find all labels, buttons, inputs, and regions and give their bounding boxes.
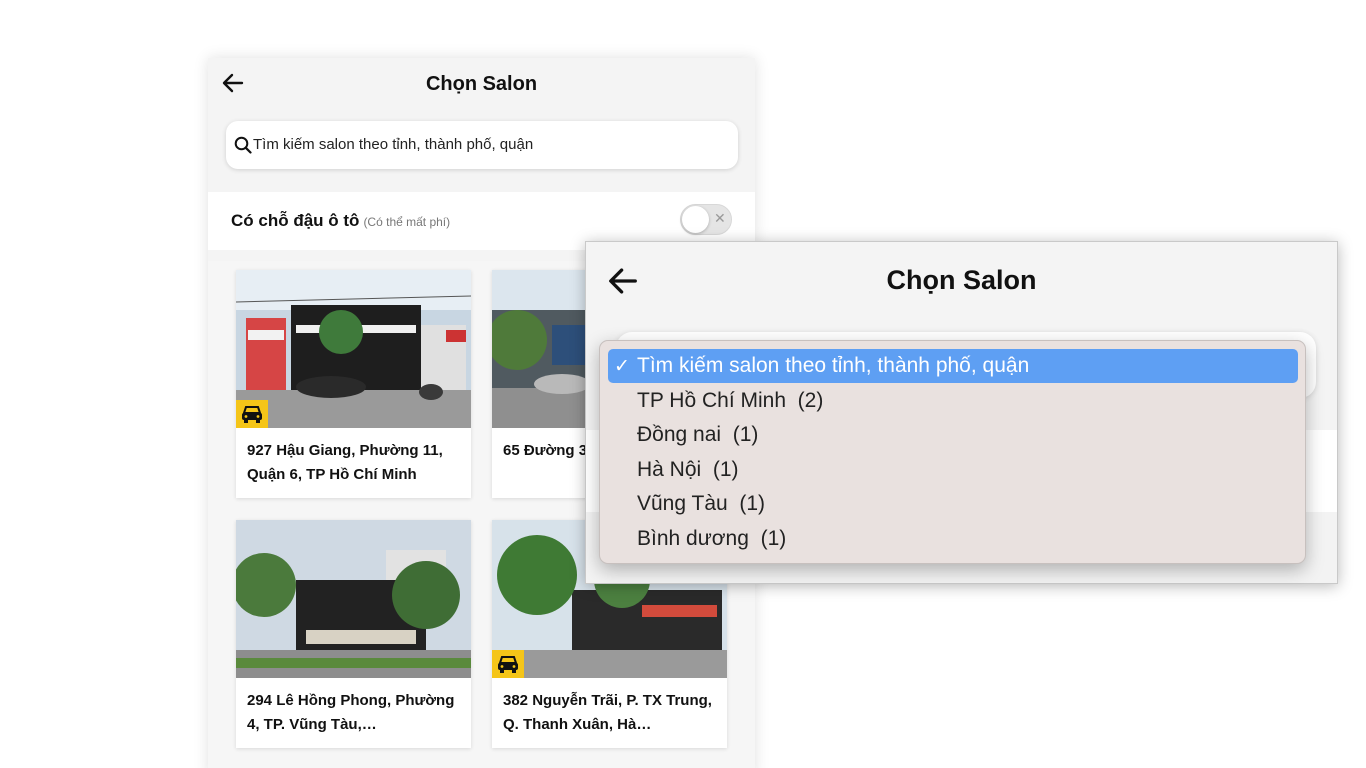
car-icon (242, 406, 262, 423)
salon-address: 294 Lê Hồng Phong, Phường 4, TP. Vũng Tà… (247, 692, 455, 733)
parking-label-text: Có chỗ đậu ô tô (231, 211, 360, 230)
salon-address: 927 Hậu Giang, Phường 11, Quận 6, TP Hồ … (247, 442, 443, 483)
salon-photo (236, 520, 471, 678)
parking-badge (236, 400, 268, 428)
salon-card[interactable]: 927 Hậu Giang, Phường 11, Quận 6, TP Hồ … (236, 270, 471, 498)
option-label: Tìm kiếm salon theo tỉnh, thành phố, quậ… (637, 354, 1030, 377)
header: Chọn Salon (208, 58, 755, 114)
region-dropdown-menu: ✓ Tìm kiếm salon theo tỉnh, thành phố, q… (599, 340, 1306, 564)
search-placeholder: Tìm kiếm salon theo tỉnh, thành phố, quậ… (253, 136, 534, 153)
salon-address: 382 Nguyễn Trãi, P. TX Trung, Q. Thanh X… (503, 692, 712, 733)
option-label: Đồng nai (1) (637, 423, 759, 446)
checkmark-icon: ✓ (614, 356, 630, 377)
parking-badge (492, 650, 524, 678)
parking-toggle[interactable]: ✕ (680, 204, 732, 235)
option-label: TP Hồ Chí Minh (2) (637, 389, 824, 412)
dropdown-option[interactable]: TP Hồ Chí Minh (2) (608, 384, 1298, 418)
parking-note: (Có thể mất phí) (363, 215, 451, 229)
toggle-off-icon: ✕ (714, 210, 726, 226)
toggle-knob (682, 206, 709, 233)
option-label: Vũng Tàu (1) (637, 492, 766, 515)
parking-filter-label: Có chỗ đậu ô tô (Có thể mất phí) (231, 211, 450, 231)
search-input[interactable]: Tìm kiếm salon theo tỉnh, thành phố, quậ… (226, 121, 738, 169)
page-title: Chọn Salon (886, 265, 1037, 295)
dropdown-option[interactable]: Bình dương (1) (608, 522, 1298, 556)
salon-photo (236, 270, 471, 428)
stage: Chọn Salon Tìm kiếm salon theo tỉnh, thà… (0, 0, 1366, 768)
search-icon (234, 136, 252, 154)
salon-card[interactable]: 294 Lê Hồng Phong, Phường 4, TP. Vũng Tà… (236, 520, 471, 748)
dropdown-option[interactable]: Hà Nội (1) (608, 453, 1298, 487)
dropdown-option[interactable]: Đồng nai (1) (608, 418, 1298, 452)
option-label: Hà Nội (1) (637, 458, 739, 481)
car-icon (498, 656, 518, 673)
option-label: Bình dương (1) (637, 527, 787, 550)
dropdown-option-selected[interactable]: ✓ Tìm kiếm salon theo tỉnh, thành phố, q… (608, 349, 1298, 383)
dropdown-option[interactable]: Vũng Tàu (1) (608, 487, 1298, 521)
page-title: Chọn Salon (425, 73, 538, 95)
